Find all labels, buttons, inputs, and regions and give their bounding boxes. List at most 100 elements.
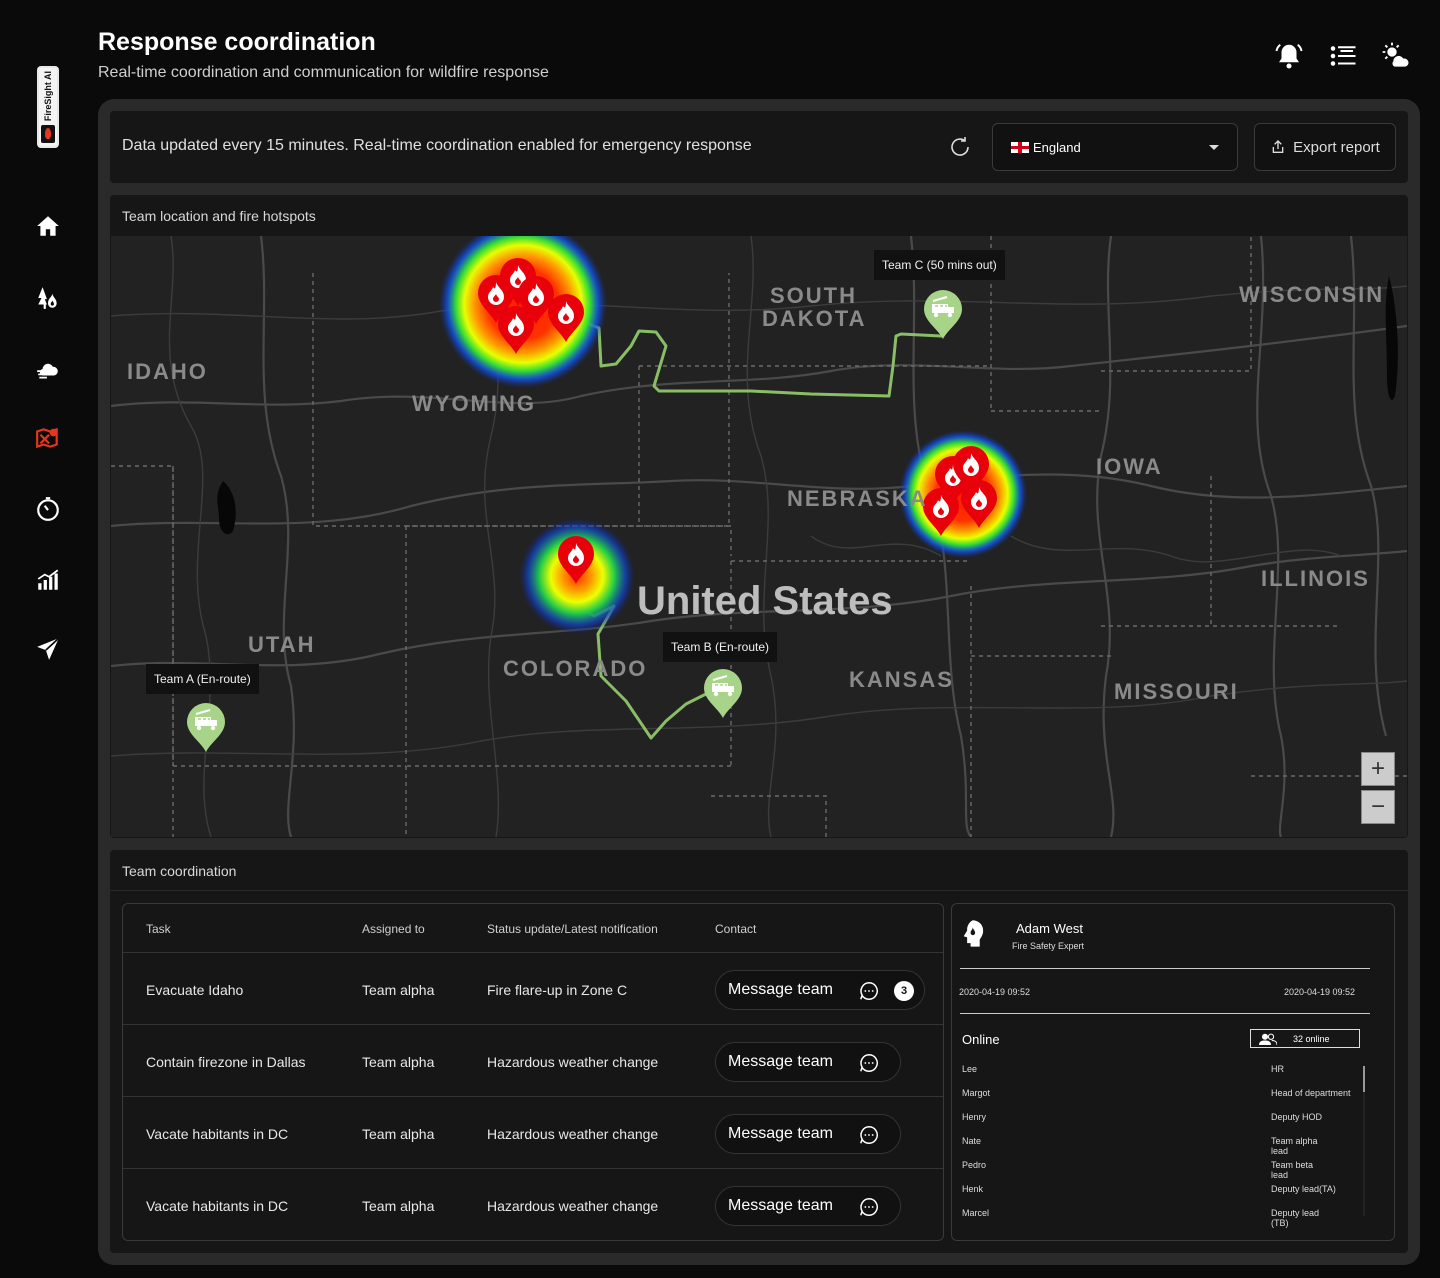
- refresh-button[interactable]: [948, 135, 972, 159]
- task-cell: Vacate habitants in DC: [146, 1126, 289, 1142]
- state-label: COLORADO: [503, 656, 648, 681]
- nav-weather[interactable]: [33, 354, 63, 384]
- country-select-value: England: [1033, 139, 1081, 155]
- profile-card: Adam West Fire Safety Expert 2020-04-19 …: [951, 903, 1395, 1241]
- fire-truck-marker[interactable]: [924, 290, 962, 339]
- message-team-label: Message team: [728, 981, 833, 998]
- england-flag-icon: [1011, 141, 1029, 153]
- message-team-label: Message team: [728, 1197, 833, 1214]
- nav-fire-risk[interactable]: [33, 283, 63, 313]
- state-label: IDAHO: [127, 359, 208, 384]
- export-report-label: Export report: [1293, 138, 1380, 156]
- map-canvas: [111, 236, 1407, 837]
- member-name: Lee: [962, 1064, 978, 1074]
- message-team-button[interactable]: Message team: [715, 1042, 901, 1082]
- zoom-out-button[interactable]: −: [1361, 790, 1395, 824]
- users-icon: [1259, 1033, 1277, 1045]
- update-notice: Data updated every 15 minutes. Real-time…: [122, 137, 752, 154]
- bar-chart-icon: [37, 569, 59, 590]
- state-label: NEBRASKA: [787, 486, 928, 511]
- share-icon: [1272, 140, 1284, 153]
- chat-icon: [860, 1054, 878, 1072]
- member-role: Deputy HOD: [1271, 1112, 1323, 1122]
- profile-date-start: 2020-04-19 09:52: [959, 987, 1031, 997]
- team-map[interactable]: IDAHO WYOMING SOUTH DAKOTA WISCONSIN IOW…: [111, 236, 1407, 837]
- column-header-contact: Contact: [715, 922, 757, 936]
- info-bar: Data updated every 15 minutes. Real-time…: [110, 111, 1408, 183]
- message-team-button[interactable]: Message team 3: [715, 970, 925, 1010]
- map-title: Team location and fire hotspots: [122, 208, 316, 224]
- column-header-status: Status update/Latest notification: [487, 922, 658, 936]
- message-team-label: Message team: [728, 1053, 833, 1070]
- avatar: [963, 920, 984, 947]
- nav-response-map[interactable]: [33, 423, 63, 453]
- nav-analytics[interactable]: [33, 565, 63, 595]
- online-count: 32 online: [1293, 1033, 1330, 1044]
- cloud-wind-icon: [37, 363, 58, 379]
- column-header-task: Task: [146, 922, 171, 936]
- country-select[interactable]: England: [992, 123, 1238, 171]
- home-icon: [37, 216, 59, 236]
- clock-icon: [37, 497, 59, 521]
- nav-home[interactable]: [33, 211, 63, 241]
- state-label: WISCONSIN: [1239, 282, 1385, 307]
- nav-history[interactable]: [33, 494, 63, 524]
- status-cell: Hazardous weather change: [487, 1126, 659, 1142]
- bell-icon: [1275, 43, 1303, 69]
- divider: [960, 968, 1370, 969]
- country-map-label: United States: [637, 579, 893, 623]
- sidebar: FireSight AI: [0, 0, 96, 1278]
- member-name: Pedro: [962, 1160, 987, 1170]
- list-button[interactable]: [1327, 40, 1359, 72]
- weather-button[interactable]: [1380, 40, 1412, 72]
- notifications-button[interactable]: [1273, 40, 1305, 72]
- export-report-button[interactable]: Export report: [1254, 123, 1396, 171]
- message-team-button[interactable]: Message team: [715, 1114, 901, 1154]
- fire-truck-marker[interactable]: [704, 669, 742, 718]
- state-label: IOWA: [1096, 454, 1163, 479]
- member-role: Deputy lead (TB): [1271, 1208, 1320, 1228]
- fire-truck-marker[interactable]: [187, 703, 225, 752]
- assigned-cell: Team alpha: [362, 1054, 435, 1070]
- member-name: Nate: [962, 1136, 982, 1146]
- chat-icon: [860, 1126, 878, 1144]
- task-cell: Vacate habitants in DC: [146, 1198, 289, 1214]
- online-title: Online: [962, 1032, 1000, 1047]
- scrollbar-thumb[interactable]: [1363, 1066, 1365, 1092]
- member-name: Henk: [962, 1184, 984, 1194]
- team-coordination-panel: Team coordination Task Assigned to Statu…: [110, 850, 1408, 1253]
- profile-name: Adam West: [1016, 921, 1083, 936]
- status-cell: Hazardous weather change: [487, 1198, 659, 1214]
- column-header-assigned: Assigned to: [362, 922, 425, 936]
- status-cell: Fire flare-up in Zone C: [487, 982, 628, 998]
- brand-name: FireSight AI: [43, 71, 53, 122]
- fire-trees-icon: [38, 287, 57, 309]
- nav-dispatch[interactable]: [33, 634, 63, 664]
- task-cell: Evacuate Idaho: [146, 982, 244, 998]
- assigned-cell: Team alpha: [362, 1198, 435, 1214]
- divider: [123, 1096, 943, 1097]
- message-team-button[interactable]: Message team: [715, 1186, 901, 1226]
- unread-badge: 3: [894, 981, 914, 1001]
- zoom-in-button[interactable]: +: [1361, 752, 1395, 786]
- refresh-icon: [951, 137, 969, 156]
- map-pin-icon: [36, 427, 58, 449]
- page-subtitle: Real-time coordination and communication…: [98, 64, 549, 81]
- member-name: Marcel: [962, 1208, 990, 1218]
- chat-icon: [860, 1198, 878, 1216]
- app-logo: FireSight AI: [37, 66, 59, 148]
- weather-icon: [1382, 42, 1409, 67]
- online-count-badge: 32 online: [1250, 1029, 1360, 1048]
- divider: [123, 952, 943, 953]
- list-icon: [1330, 46, 1356, 66]
- member-role: Team beta lead: [1271, 1160, 1314, 1180]
- state-label: ILLINOIS: [1261, 566, 1370, 591]
- state-label: UTAH: [248, 632, 316, 657]
- profile-date-end: 2020-04-19 09:52: [1284, 987, 1356, 997]
- state-label: WYOMING: [412, 391, 536, 416]
- team-b-label: Team B (En-route): [663, 632, 778, 662]
- team-a-label: Team A (En-route): [146, 664, 259, 694]
- assigned-cell: Team alpha: [362, 1126, 435, 1142]
- state-label: DAKOTA: [762, 306, 867, 331]
- divider: [123, 1024, 943, 1025]
